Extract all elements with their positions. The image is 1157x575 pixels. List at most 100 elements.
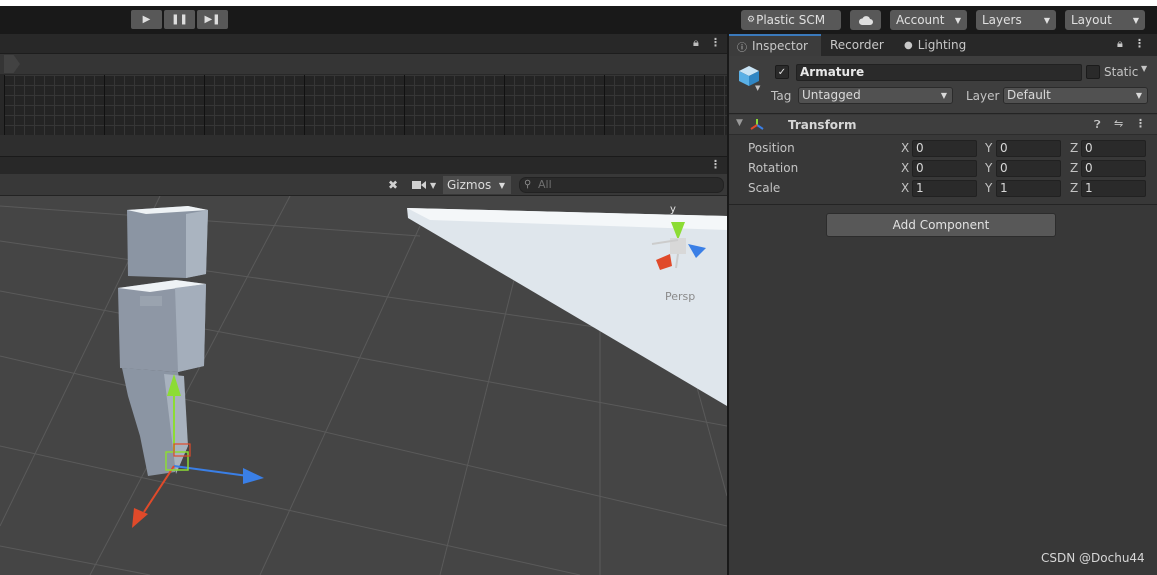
persp-label[interactable]: Persp bbox=[665, 290, 695, 303]
axis-y-label[interactable]: Y bbox=[985, 141, 992, 155]
axis-x-label[interactable]: X bbox=[901, 161, 909, 175]
lock-icon[interactable]: 🔒︎ bbox=[1117, 37, 1123, 51]
layout-dropdown[interactable]: Layout ▼ bbox=[1065, 10, 1145, 30]
tab-inspector[interactable]: ⓘ Inspector bbox=[729, 34, 821, 56]
rotation-y-field[interactable]: 0 bbox=[996, 160, 1061, 177]
transform-component-header[interactable]: ▼ Transform ❓︎ ⇋ ⋮ bbox=[729, 115, 1157, 135]
scale-row: Scale X 1 Y 1 Z 1 bbox=[748, 180, 1148, 198]
tag-label: Tag bbox=[771, 89, 792, 103]
scale-y-field[interactable]: 1 bbox=[996, 180, 1061, 197]
position-x-field[interactable]: 0 bbox=[912, 140, 977, 157]
foldout-arrow-icon[interactable]: ▼ bbox=[736, 118, 743, 128]
position-z-value: 0 bbox=[1085, 141, 1093, 155]
search-icon: ⚲ bbox=[524, 179, 532, 190]
position-x-value: 0 bbox=[916, 141, 924, 155]
axis-z-label[interactable]: Z bbox=[1070, 141, 1078, 155]
add-component-button[interactable]: Add Component bbox=[826, 213, 1056, 237]
object-name-value: Armature bbox=[800, 65, 865, 79]
step-button[interactable]: ▶❚ bbox=[197, 10, 228, 29]
inspector-panel: ⓘ Inspector Recorder ● Lighting 🔒︎ ⋮ ▼ ✓… bbox=[729, 34, 1157, 575]
timeline-major-line bbox=[704, 75, 705, 135]
position-row: Position X 0 Y 0 Z 0 bbox=[748, 140, 1148, 158]
layer-dropdown[interactable]: Default ▼ bbox=[1003, 87, 1148, 104]
inspector-tabbar: ⓘ Inspector Recorder ● Lighting 🔒︎ ⋮ bbox=[729, 34, 1157, 56]
component-title: Transform bbox=[788, 118, 857, 132]
plastic-scm-button[interactable]: ⚙ Plastic SCM bbox=[741, 10, 841, 30]
camera-icon[interactable] bbox=[412, 177, 426, 193]
position-z-field[interactable]: 0 bbox=[1081, 140, 1146, 157]
scene-search-input[interactable]: ⚲ All bbox=[519, 177, 724, 193]
axis-y-label: y bbox=[670, 204, 676, 215]
watermark-text: CSDN @Dochu44 bbox=[1041, 551, 1145, 565]
play-button[interactable]: ▶ bbox=[131, 10, 162, 29]
chevron-down-icon[interactable]: ▼ bbox=[1141, 64, 1147, 73]
tag-dropdown[interactable]: Untagged ▼ bbox=[798, 87, 953, 104]
plastic-scm-icon: ⚙ bbox=[747, 15, 756, 25]
presets-icon[interactable]: ⇋ bbox=[1114, 117, 1123, 130]
scale-x-field[interactable]: 1 bbox=[912, 180, 977, 197]
axis-z-label[interactable]: Z bbox=[1070, 181, 1078, 195]
lightbulb-icon: ● bbox=[904, 39, 913, 51]
gizmos-button[interactable]: Gizmos bbox=[443, 176, 496, 194]
rotation-row: Rotation X 0 Y 0 Z 0 bbox=[748, 160, 1148, 178]
cloud-icon bbox=[858, 15, 873, 25]
scene-viewport[interactable]: y Persp bbox=[0, 196, 727, 575]
timeline-header: 🔒︎ ⋮ bbox=[0, 34, 727, 54]
lock-icon[interactable]: 🔒︎ bbox=[693, 36, 699, 50]
timeline-grid[interactable] bbox=[4, 75, 727, 135]
cloud-button[interactable] bbox=[850, 10, 881, 30]
rotation-x-field[interactable]: 0 bbox=[912, 160, 977, 177]
chevron-down-icon: ▼ bbox=[940, 91, 947, 100]
search-placeholder: All bbox=[538, 178, 552, 191]
timeline-footer bbox=[0, 135, 727, 156]
active-checkbox[interactable]: ✓ bbox=[775, 65, 789, 79]
kebab-menu-icon[interactable]: ⋮ bbox=[710, 36, 721, 49]
gizmos-label: Gizmos bbox=[447, 178, 492, 192]
layer-value: Default bbox=[1007, 88, 1051, 102]
layer-label: Layer bbox=[966, 89, 1000, 103]
help-icon[interactable]: ❓︎ bbox=[1094, 118, 1101, 132]
object-name-field[interactable]: Armature bbox=[796, 64, 1082, 81]
axis-y-label[interactable]: Y bbox=[985, 181, 992, 195]
chevron-down-icon[interactable]: ▼ bbox=[430, 177, 436, 193]
axis-x-label[interactable]: X bbox=[901, 141, 909, 155]
kebab-menu-icon[interactable]: ⋮ bbox=[710, 158, 721, 171]
character-model[interactable] bbox=[118, 206, 208, 476]
axis-y-label[interactable]: Y bbox=[985, 161, 992, 175]
chevron-down-icon: ▼ bbox=[1043, 15, 1050, 25]
gizmos-dropdown[interactable]: ▼ bbox=[493, 176, 511, 194]
tab-lighting[interactable]: ● Lighting bbox=[896, 34, 974, 56]
static-checkbox[interactable] bbox=[1086, 65, 1100, 79]
tab-recorder[interactable]: Recorder bbox=[822, 34, 892, 56]
static-label: Static bbox=[1104, 65, 1139, 79]
scale-z-field[interactable]: 1 bbox=[1081, 180, 1146, 197]
info-icon: ⓘ bbox=[737, 42, 747, 54]
add-component-label: Add Component bbox=[892, 218, 990, 232]
account-dropdown[interactable]: Account ▼ bbox=[890, 10, 967, 30]
tab-label: Lighting bbox=[917, 38, 967, 52]
timeline-major-line bbox=[604, 75, 605, 135]
timeline-panel: 🔒︎ ⋮ bbox=[0, 34, 727, 156]
timeline-major-line bbox=[304, 75, 305, 135]
axis-z-label[interactable]: Z bbox=[1070, 161, 1078, 175]
tag-value: Untagged bbox=[802, 88, 861, 102]
scene-tabbar: ⋮ bbox=[0, 156, 727, 174]
position-y-field[interactable]: 0 bbox=[996, 140, 1061, 157]
scene-render bbox=[0, 196, 727, 575]
timeline-expand-arrow[interactable] bbox=[4, 55, 20, 73]
kebab-menu-icon[interactable]: ⋮ bbox=[1134, 37, 1145, 50]
rotation-y-value: 0 bbox=[1000, 161, 1008, 175]
plastic-scm-label: Plastic SCM bbox=[756, 13, 826, 27]
rotation-z-field[interactable]: 0 bbox=[1081, 160, 1146, 177]
main-toolbar: ▶ ❚❚ ▶❚ ⚙ Plastic SCM Account ▼ Layers ▼… bbox=[0, 6, 1157, 34]
timeline-subheader bbox=[0, 54, 727, 74]
pause-button[interactable]: ❚❚ bbox=[164, 10, 195, 29]
axis-x-label[interactable]: X bbox=[901, 181, 909, 195]
chevron-down-icon[interactable]: ▼ bbox=[755, 84, 760, 92]
layers-dropdown[interactable]: Layers ▼ bbox=[976, 10, 1056, 30]
chevron-down-icon: ▼ bbox=[1135, 91, 1142, 100]
tools-icon[interactable]: ✖ bbox=[388, 177, 398, 193]
position-label: Position bbox=[748, 141, 795, 155]
chevron-down-icon: ▼ bbox=[954, 15, 961, 25]
kebab-menu-icon[interactable]: ⋮ bbox=[1135, 117, 1146, 130]
